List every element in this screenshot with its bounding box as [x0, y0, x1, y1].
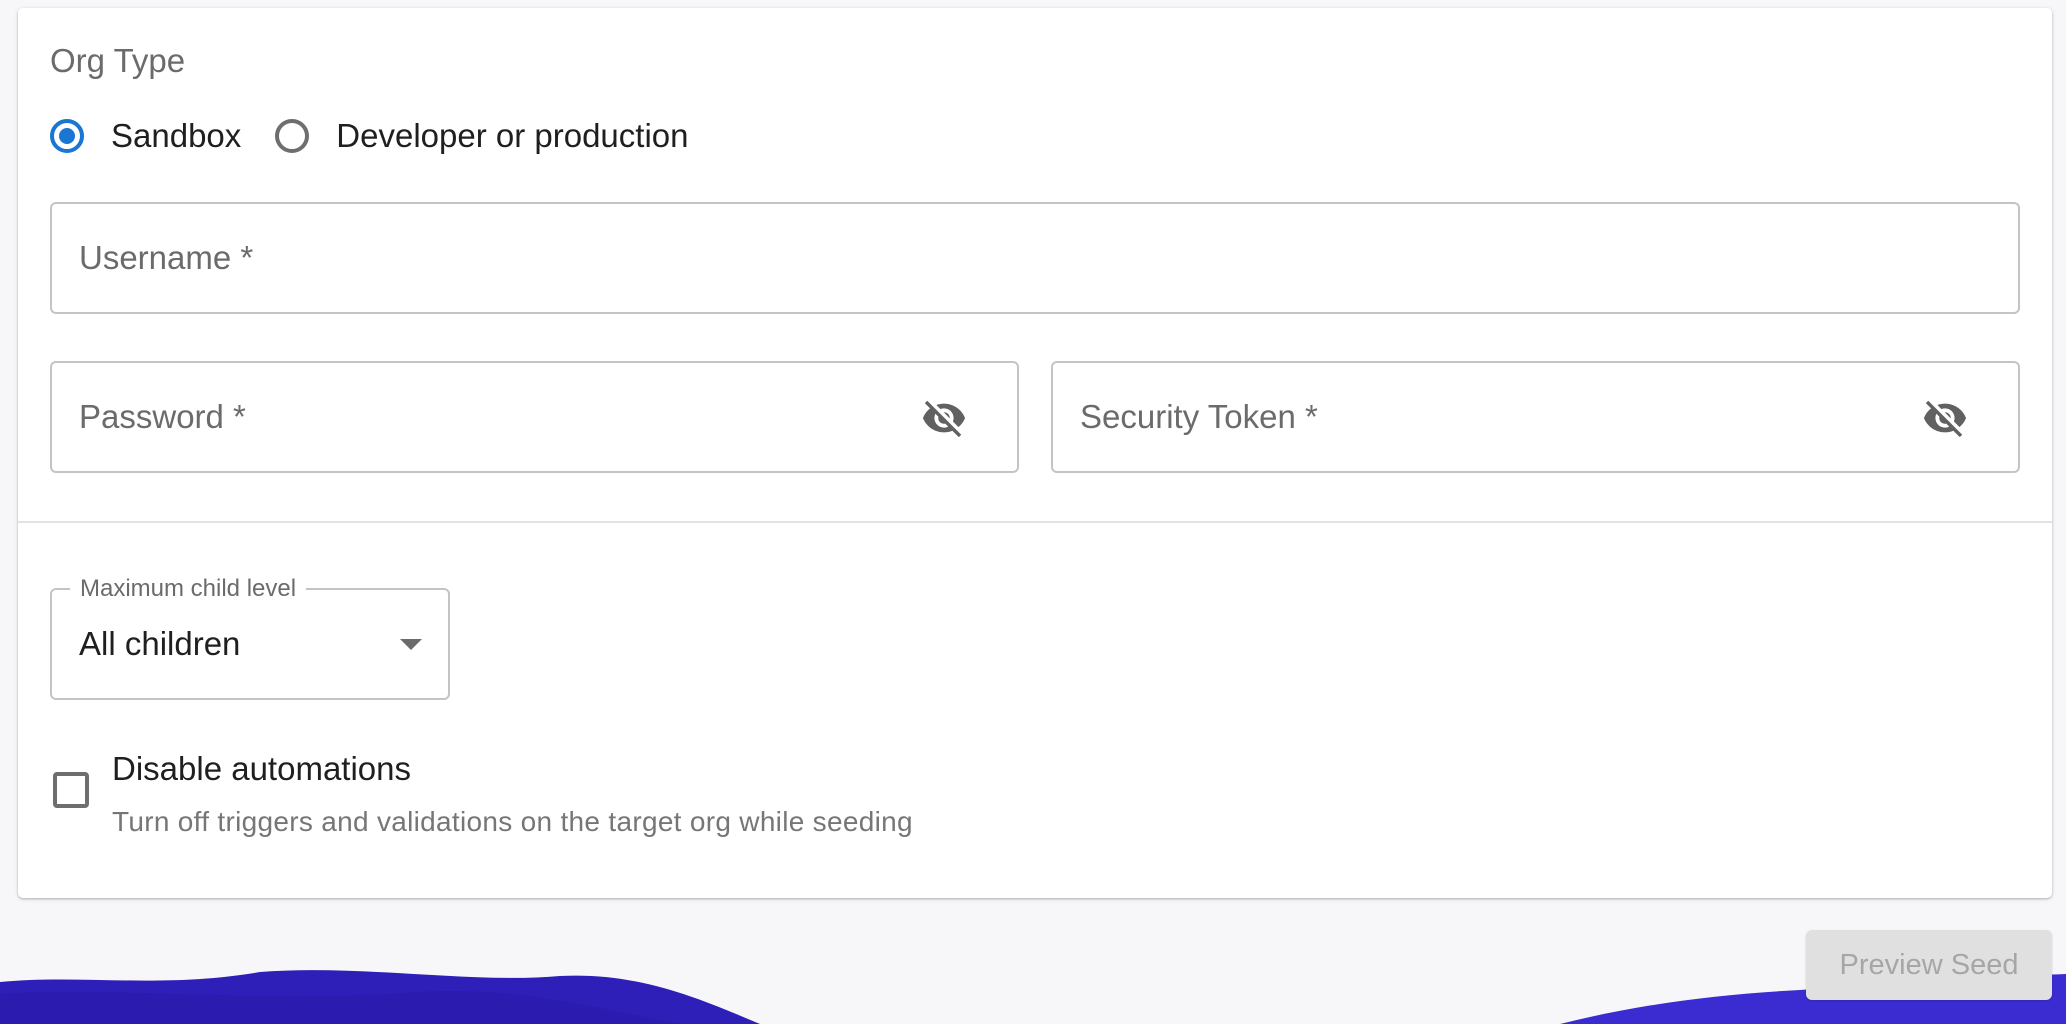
disable-automations-label: Disable automations — [112, 750, 411, 787]
max-child-level-select[interactable]: Maximum child level All children — [50, 575, 450, 700]
org-type-radio-group: Sandbox Developer or production — [50, 106, 723, 166]
max-child-level-value: All children — [79, 625, 241, 662]
security-token-field[interactable]: Security Token * — [1051, 361, 2020, 473]
visibility-off-icon[interactable] — [1922, 395, 1968, 441]
dropdown-arrow-icon[interactable] — [400, 639, 422, 650]
radio-label-developer-production: Developer or production — [336, 117, 689, 154]
section-divider — [18, 521, 2052, 523]
security-token-placeholder: Security Token * — [1080, 398, 1318, 435]
username-placeholder: Username * — [79, 239, 254, 276]
password-placeholder: Password * — [79, 398, 246, 435]
radio-unchecked-icon[interactable] — [275, 119, 310, 153]
disable-automations-description: Turn off triggers and validations on the… — [112, 806, 913, 837]
radio-label-sandbox: Sandbox — [111, 117, 242, 154]
org-type-label: Org Type — [50, 42, 186, 79]
password-field[interactable]: Password * — [50, 361, 1019, 473]
decorative-wave — [0, 970, 2066, 1024]
username-field[interactable]: Username * — [50, 202, 2020, 314]
radio-option-sandbox[interactable]: Sandbox — [50, 117, 241, 155]
visibility-off-icon[interactable] — [921, 395, 967, 441]
preview-seed-button[interactable]: Preview Seed — [1806, 930, 2052, 1000]
radio-option-developer-production[interactable]: Developer or production — [275, 117, 689, 155]
radio-checked-icon[interactable] — [50, 119, 84, 153]
seed-config-card: Org Type Sandbox Developer or production… — [18, 8, 2052, 898]
disable-automations-checkbox[interactable] — [53, 772, 89, 808]
